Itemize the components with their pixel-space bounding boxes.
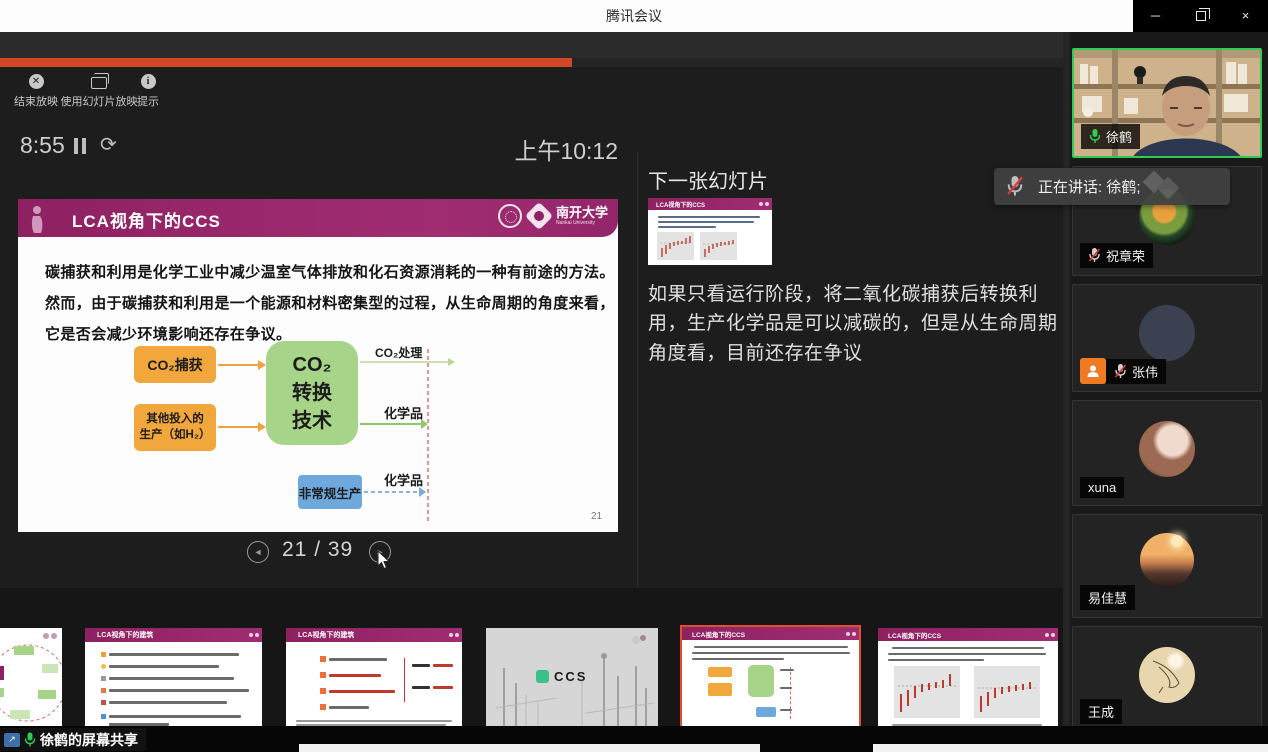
restore-button[interactable]: [1186, 0, 1216, 32]
minimize-button[interactable]: ─: [1141, 0, 1171, 32]
thumbnail-slide-20[interactable]: CCS: [486, 628, 658, 732]
participant-name-badge: 易佳慧: [1080, 585, 1135, 610]
thumbnail-slide-18[interactable]: LCA视角下的建筑: [85, 628, 262, 732]
participant-name-badge: 张伟: [1106, 359, 1166, 384]
mic-on-icon: [24, 732, 36, 748]
screen-share-region: ✕ 结束放映 使用幻灯片放映 i 提示 8:55 ⟳ 上午10:12 LCA视角…: [0, 32, 1063, 726]
thumbnail-slide-22[interactable]: LCA视角下的CCS: [878, 628, 1058, 732]
end-show-button[interactable]: ✕ 结束放映: [10, 74, 62, 109]
window-controls: ─ ×: [1133, 0, 1268, 32]
speaking-indicator-banner: 正在讲话: 徐鹤;: [994, 168, 1230, 205]
presenter-top-strip: [0, 32, 1063, 58]
participant-avatar: [1139, 421, 1195, 477]
diagram-label-co2-treatment: CO₂处理: [375, 344, 422, 361]
person-icon: [1086, 364, 1100, 378]
diagram-label-chemical: 化学品: [384, 470, 423, 489]
avatar-sun-detail: [1171, 535, 1183, 547]
speaking-indicator-text: 正在讲话: 徐鹤;: [1038, 176, 1141, 197]
tips-button[interactable]: i 提示: [130, 74, 166, 109]
current-time: 上午10:12: [440, 132, 618, 166]
restore-icon: [1196, 11, 1206, 21]
thumbnail-slide-21-current[interactable]: LCA视角下的CCS: [680, 625, 861, 735]
screen-share-icon: ↗: [4, 733, 20, 747]
timer-reset-button[interactable]: ⟳: [100, 132, 117, 157]
slide-page-number: 21: [591, 511, 602, 522]
current-slide[interactable]: LCA视角下的CCS 南开大学 Nankai University 碳捕获和利用…: [18, 199, 618, 532]
mic-muted-icon: [1114, 364, 1127, 379]
participant-tile-xuhe[interactable]: 徐鹤: [1072, 48, 1262, 158]
circular-diagram-preview: [0, 628, 62, 732]
participant-name-badge: 祝章荣: [1080, 243, 1153, 268]
background-window-edge: [873, 744, 1268, 752]
close-button[interactable]: ×: [1231, 0, 1261, 32]
mouse-cursor: [377, 550, 391, 570]
presentation-timer: 8:55: [20, 132, 65, 159]
participant-tile-zhangwei[interactable]: 张伟: [1072, 284, 1262, 392]
ccs-label: CCS: [554, 669, 587, 684]
diagram-label-chemical: 化学品: [384, 403, 423, 422]
background-window-edge: [299, 744, 760, 752]
diagram-box-other-inputs: 其他投入的 生产（如H₂）: [134, 404, 216, 451]
use-slideshow-button[interactable]: 使用幻灯片放映: [58, 74, 140, 109]
host-person-badge: [1080, 358, 1106, 384]
speaker-notes[interactable]: 如果只看运行阶段，将二氧化碳捕获后转换利用，生产化学品是可以减碳的，但是从生命周…: [648, 280, 1072, 368]
participant-tile-wangcheng[interactable]: 王成: [1072, 626, 1262, 732]
participant-name-badge: 王成: [1080, 699, 1122, 724]
end-show-icon: ✕: [29, 74, 44, 89]
next-slide-thumbnail[interactable]: LCA视角下的CCS: [648, 198, 772, 265]
mic-muted-icon: [1088, 248, 1101, 263]
screen-share-label: ↗ 徐鹤的屏幕共享: [0, 728, 146, 751]
mic-on-icon: [1089, 129, 1101, 144]
tencent-meeting-window: 腾讯会议 ─ × ✕ 结束放映 使用幻灯片放映 i 提示 8:55 ⟳ 上午10…: [0, 0, 1268, 752]
presentation-progress-track: [572, 58, 1063, 67]
presentation-progress-bar: [0, 58, 572, 67]
window-title: 腾讯会议: [0, 0, 1268, 32]
panel-divider: [637, 152, 638, 632]
next-thumb-header: LCA视角下的CCS: [648, 198, 772, 210]
participant-avatar: [1139, 305, 1195, 361]
thumbnail-partial[interactable]: [0, 628, 62, 732]
diagram-box-unconventional: 非常规生产: [298, 475, 362, 509]
mic-muted-icon: [1006, 176, 1024, 197]
participant-avatar: [1140, 533, 1194, 587]
participant-tile-xuna[interactable]: xuna: [1072, 400, 1262, 506]
participant-tile-yijiahui[interactable]: 易佳慧: [1072, 514, 1262, 618]
participant-name-badge: xuna: [1080, 477, 1124, 498]
next-thumb-chart: [657, 232, 694, 260]
ccs-icon: [536, 670, 549, 683]
diagram-box-co2-conversion: CO₂ 转换 技术: [266, 341, 358, 445]
window-titlebar: 腾讯会议: [0, 0, 1268, 32]
slideshow-icon: [91, 77, 107, 89]
info-icon: i: [141, 74, 156, 89]
previous-slide-button[interactable]: ◄: [247, 541, 269, 563]
participants-sidebar: 徐鹤 祝章荣: [1063, 32, 1268, 726]
thumbnail-slide-19[interactable]: LCA视角下的建筑: [286, 628, 462, 732]
slide-position-indicator: 21 / 39: [282, 538, 353, 562]
next-thumb-chart: [700, 232, 737, 260]
sidebar-scrollbar[interactable]: [1063, 32, 1070, 726]
diagram-box-co2-capture: CO₂捕获: [134, 346, 216, 383]
avatar-ink-detail: [1145, 653, 1191, 699]
next-slide-header: 下一张幻灯片: [648, 165, 768, 194]
participant-name-badge: 徐鹤: [1081, 124, 1140, 149]
timer-pause-button[interactable]: [74, 138, 88, 154]
